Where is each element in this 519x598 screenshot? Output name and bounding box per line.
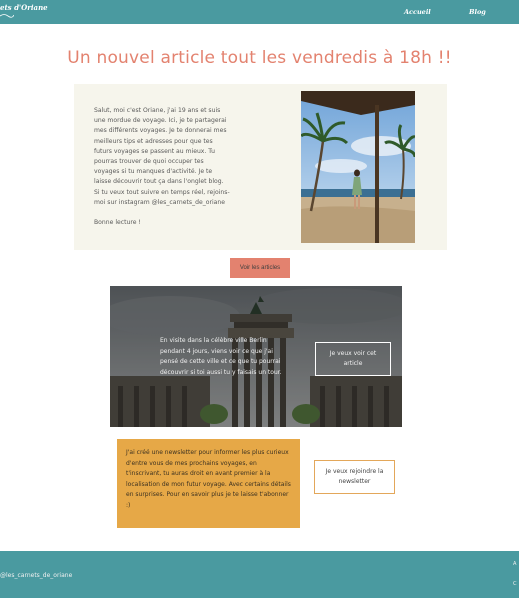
- view-articles-button[interactable]: Voir les articles: [230, 258, 290, 278]
- footer: [0, 551, 519, 598]
- beach-photo: [301, 91, 415, 243]
- nav-link-accueil[interactable]: Accueil: [404, 8, 431, 16]
- footer-right-link-2[interactable]: C: [513, 581, 517, 587]
- intro-paragraph: Salut, moi c'est Oriane, j'ai 19 ans et …: [94, 107, 230, 206]
- footer-instagram-link[interactable]: @les_carnets_de_oriane: [0, 572, 72, 579]
- newsletter-description: J'ai créé une newsletter pour informer l…: [126, 449, 291, 509]
- top-navbar: [0, 0, 519, 24]
- logo-swirl-icon: [0, 14, 14, 18]
- page-headline: Un nouvel article tout les vendredis à 1…: [67, 48, 452, 68]
- join-newsletter-button[interactable]: Je veux rejoindre la newsletter: [314, 460, 395, 494]
- site-logo[interactable]: ets d'Oriane: [0, 3, 48, 12]
- nav-link-blog[interactable]: Blog: [469, 8, 486, 16]
- berlin-description: En visite dans la célèbre ville Berlin p…: [160, 337, 282, 376]
- intro-text-block: Salut, moi c'est Oriane, j'ai 19 ans et …: [94, 106, 240, 228]
- view-article-button[interactable]: Je veux voir cet article: [315, 342, 391, 376]
- intro-closing: Bonne lecture !: [94, 219, 141, 227]
- footer-right-link-1[interactable]: A: [513, 561, 516, 567]
